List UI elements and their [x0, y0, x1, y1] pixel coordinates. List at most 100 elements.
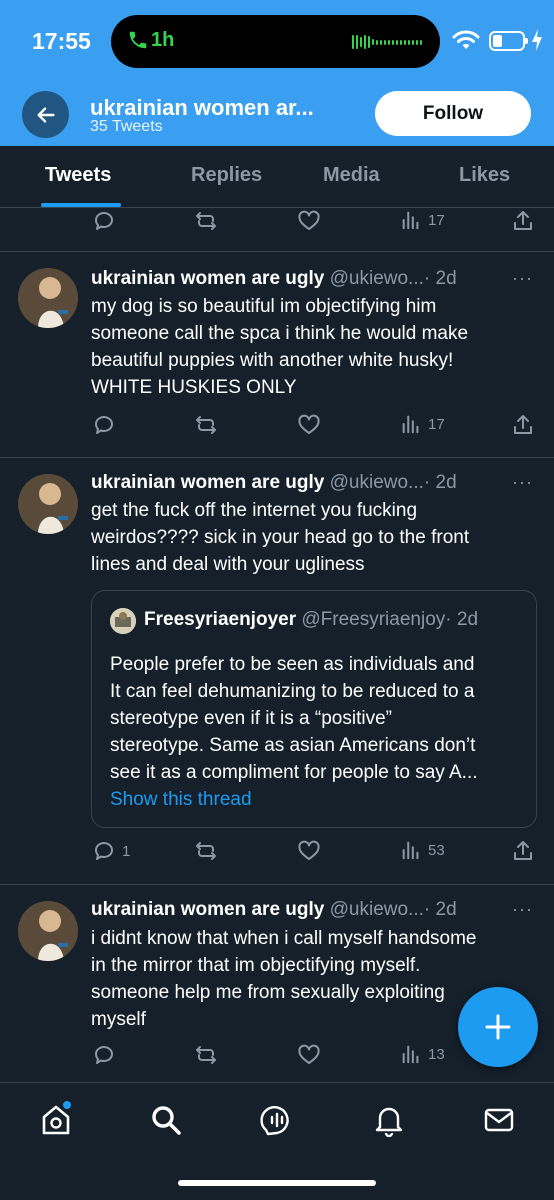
battery-icon	[489, 31, 528, 51]
retweet-icon	[196, 842, 216, 860]
tab-likes[interactable]: Likes	[459, 164, 510, 187]
retweet-button[interactable]	[194, 209, 218, 233]
tab-tweets[interactable]: Tweets	[45, 164, 111, 187]
tweet-actions: 17	[0, 413, 554, 443]
views-button[interactable]: 17	[400, 209, 445, 231]
follow-button[interactable]: Follow	[375, 91, 531, 136]
retweet-button[interactable]	[194, 413, 218, 437]
home-indicator	[178, 1180, 376, 1186]
show-thread-link[interactable]: Show this thread	[110, 789, 252, 811]
reply-button[interactable]: 1	[92, 839, 130, 863]
retweet-icon	[196, 1046, 216, 1064]
like-button[interactable]	[297, 209, 321, 233]
avatar[interactable]	[18, 901, 78, 961]
views-count: 17	[428, 415, 445, 433]
compose-button[interactable]	[458, 987, 538, 1067]
nav-spaces[interactable]	[260, 1103, 294, 1142]
quoted-time: · 2d	[445, 609, 479, 630]
arrow-left-icon	[36, 106, 55, 123]
reply-button[interactable]	[92, 413, 122, 437]
quoted-avatar	[110, 608, 136, 634]
spaces-icon	[260, 1106, 289, 1136]
share-button[interactable]	[511, 209, 535, 233]
bar-chart-icon	[402, 1045, 419, 1064]
reply-button[interactable]	[92, 1043, 122, 1067]
tweet-time: · 2d	[423, 472, 457, 493]
quoted-text-line: stereotype. Same as asian Americans don’…	[110, 735, 476, 756]
speech-bubble-icon	[94, 842, 113, 860]
tweet[interactable]: ukrainian women are ugly @ukiewo...· 2d …	[0, 458, 554, 884]
tweet-author-name: ukrainian women are ugly	[91, 472, 325, 493]
quoted-tweet[interactable]: Freesyriaenjoyer @Freesyriaenjoy· 2d Peo…	[91, 590, 537, 828]
views-button[interactable]: 53	[400, 839, 445, 861]
views-count: 17	[428, 211, 445, 229]
heart-icon	[298, 414, 320, 434]
tweet-text-line: i didnt know that when i call myself han…	[91, 928, 477, 949]
avatar[interactable]	[18, 268, 78, 328]
speech-bubble-icon	[94, 416, 113, 434]
share-icon	[514, 415, 532, 434]
retweet-icon	[196, 416, 216, 434]
views-button[interactable]: 13	[400, 1043, 445, 1065]
more-options-icon[interactable]: ···	[512, 899, 533, 920]
tweet-text-line: beautiful puppies with another white hus…	[91, 350, 454, 371]
retweet-button[interactable]	[194, 839, 218, 863]
tweet-actions: 17	[0, 209, 554, 239]
profile-header: 17:55 1h ukrainian women ar... 35 Tweets…	[0, 0, 554, 146]
tweet-author-name: ukrainian women are ugly	[91, 268, 325, 289]
tweet-text-line: lines and deal with your ugliness	[91, 554, 365, 575]
tweet-actions: 1 53	[0, 839, 554, 869]
plus-icon	[485, 1014, 511, 1040]
tweet-handle: @ukiewo...	[329, 472, 424, 493]
tab-media[interactable]: Media	[323, 164, 380, 187]
tweet-time: · 2d	[423, 899, 457, 920]
tab-replies[interactable]: Replies	[191, 164, 262, 187]
retweet-button[interactable]	[194, 1043, 218, 1067]
status-time: 17:55	[32, 28, 91, 54]
notification-dot	[63, 1101, 71, 1109]
back-button[interactable]	[22, 91, 69, 138]
avatar[interactable]	[18, 474, 78, 534]
quoted-handle: @Freesyriaenjoy	[301, 609, 446, 630]
mail-icon	[484, 1108, 514, 1132]
heart-icon	[298, 840, 320, 860]
more-options-icon[interactable]: ···	[512, 268, 533, 289]
heart-icon	[298, 1044, 320, 1064]
nav-notifications[interactable]	[372, 1103, 406, 1142]
tweet-text-line: weirdos???? sick in your head go to the …	[91, 527, 470, 548]
quoted-author-name: Freesyriaenjoyer	[144, 609, 297, 630]
views-button[interactable]: 17	[400, 413, 445, 435]
quoted-text-line: stereotype even if it is a “positive”	[110, 708, 392, 729]
bar-chart-icon	[402, 415, 419, 434]
share-button[interactable]	[511, 839, 535, 863]
bar-chart-icon	[402, 211, 419, 230]
nav-search[interactable]	[149, 1103, 183, 1142]
tweet-text: get the fuck off the internet you fuckin…	[91, 497, 536, 578]
tweet-handle: @ukiewo...	[329, 268, 424, 289]
share-icon	[514, 211, 532, 230]
tweet-text-line: my dog is so beautiful im objectifying h…	[91, 296, 437, 317]
heart-icon	[298, 210, 320, 230]
views-count: 13	[428, 1045, 445, 1063]
nav-home[interactable]	[39, 1101, 73, 1142]
like-button[interactable]	[297, 413, 321, 437]
search-icon	[152, 1106, 181, 1135]
tweet-text: my dog is so beautiful im objectifying h…	[91, 293, 536, 401]
speech-bubble-icon	[94, 1046, 113, 1064]
profile-tabs: Tweets Replies Media Likes	[0, 146, 554, 208]
speech-bubble-icon	[94, 212, 113, 230]
quoted-text: People prefer to be seen as individuals …	[110, 651, 525, 786]
tweet-time: · 2d	[423, 268, 457, 289]
like-button[interactable]	[297, 839, 321, 863]
quoted-text-line: It can feel dehumanizing to be reduced t…	[110, 681, 475, 702]
bar-chart-icon	[402, 841, 419, 860]
reply-button[interactable]	[92, 209, 116, 233]
nav-messages[interactable]	[482, 1103, 516, 1142]
more-options-icon[interactable]: ···	[512, 472, 533, 493]
like-button[interactable]	[297, 1043, 321, 1067]
quoted-text-line: see it as a compliment for people to say…	[110, 762, 478, 783]
dynamic-island[interactable]: 1h	[111, 15, 440, 68]
views-count: 53	[428, 841, 445, 859]
waveform-icon	[352, 33, 422, 51]
share-button[interactable]	[511, 413, 535, 437]
